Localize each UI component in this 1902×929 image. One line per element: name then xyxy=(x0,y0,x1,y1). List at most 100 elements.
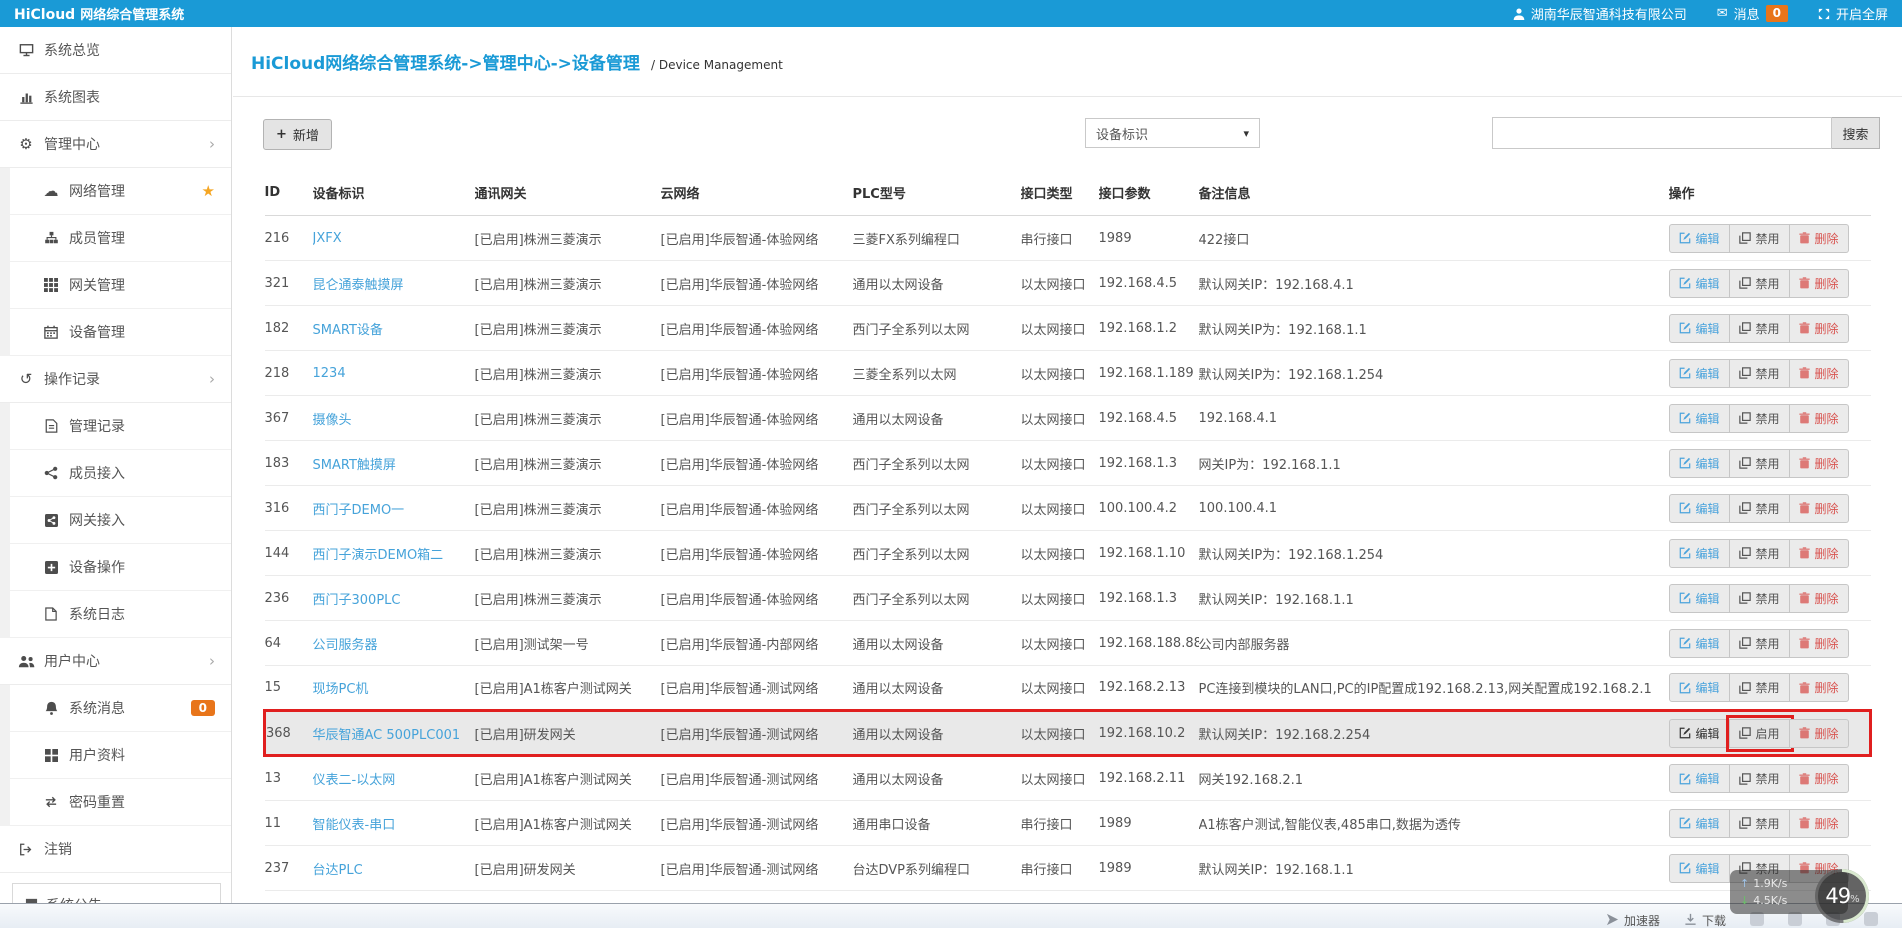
cell-cloud-network: [已启用]华辰智通-内部网络 xyxy=(661,621,853,666)
sidebar-item-device-management[interactable]: 设备管理 xyxy=(10,309,231,356)
delete-button[interactable]: 删除 xyxy=(1790,629,1849,658)
toolbar-icon-placeholder[interactable] xyxy=(1750,912,1764,926)
sidebar-item-system-charts[interactable]: 系统图表 xyxy=(0,74,231,121)
delete-button[interactable]: 删除 xyxy=(1790,673,1849,702)
disable-button[interactable]: 禁用 xyxy=(1730,539,1790,568)
disable-button[interactable]: 禁用 xyxy=(1730,584,1790,613)
disable-button[interactable]: 禁用 xyxy=(1730,629,1790,658)
cell-cloud-network: [已启用]华辰智通-测试网络 xyxy=(661,711,853,756)
memory-usage-gauge[interactable]: 49% xyxy=(1813,867,1871,925)
delete-button[interactable]: 删除 xyxy=(1790,539,1849,568)
edit-button[interactable]: 编辑 xyxy=(1669,629,1730,658)
sidebar-item-password-reset[interactable]: 密码重置 xyxy=(10,779,231,826)
search-button[interactable]: 搜索 xyxy=(1832,117,1880,149)
disable-button[interactable]: 禁用 xyxy=(1730,449,1790,478)
delete-button[interactable]: 删除 xyxy=(1790,584,1849,613)
edit-button[interactable]: 编辑 xyxy=(1669,449,1730,478)
sidebar-item-member-access[interactable]: 成员接入 xyxy=(10,450,231,497)
delete-button[interactable]: 删除 xyxy=(1790,269,1849,298)
sidebar-item-gateway-access[interactable]: 网关接入 xyxy=(10,497,231,544)
sidebar-item-label: 系统日志 xyxy=(69,604,125,624)
edit-button[interactable]: 编辑 xyxy=(1669,673,1730,702)
sidebar-item-logout[interactable]: 注销 xyxy=(0,826,231,873)
enable-button[interactable]: 启用 xyxy=(1730,719,1790,748)
device-link[interactable]: 摄像头 xyxy=(313,413,352,428)
sidebar-item-system-messages[interactable]: 系统消息0 xyxy=(10,685,231,732)
sidebar-item-network-management[interactable]: ☁网络管理★ xyxy=(10,168,231,215)
sidebar-item-gateway-management[interactable]: 网关管理 xyxy=(10,262,231,309)
sidebar-item-operation-records[interactable]: ↺操作记录› xyxy=(0,356,231,403)
device-link[interactable]: 西门子300PLC xyxy=(313,593,401,608)
device-link[interactable]: 西门子演示DEMO箱二 xyxy=(313,548,444,563)
fullscreen-button[interactable]: 开启全屏 xyxy=(1818,4,1888,23)
disable-button[interactable]: 禁用 xyxy=(1730,404,1790,433)
device-link[interactable]: 智能仪表-串口 xyxy=(313,818,396,833)
edit-button[interactable]: 编辑 xyxy=(1669,494,1730,523)
delete-button[interactable]: 删除 xyxy=(1790,494,1849,523)
accelerator-item[interactable]: 加速器 xyxy=(1606,912,1660,928)
sidebar-item-system-logs[interactable]: 系统日志 xyxy=(10,591,231,638)
disable-button[interactable]: 禁用 xyxy=(1730,494,1790,523)
delete-button[interactable]: 删除 xyxy=(1790,224,1849,253)
device-link[interactable]: JXFX xyxy=(313,231,342,246)
disable-button[interactable]: 禁用 xyxy=(1730,359,1790,388)
delete-button[interactable]: 删除 xyxy=(1790,449,1849,478)
cell-cloud-network: [已启用]华辰智通-测试网络 xyxy=(661,666,853,711)
device-link[interactable]: SMART触摸屏 xyxy=(313,458,396,473)
add-device-button[interactable]: + 新增 xyxy=(263,119,332,150)
edit-button[interactable]: 编辑 xyxy=(1669,764,1730,793)
company-menu[interactable]: 湖南华辰智通科技有限公司 xyxy=(1513,4,1687,23)
sidebar-item-system-overview[interactable]: 系统总览 xyxy=(0,27,231,74)
sidebar-item-user-profile[interactable]: 用户资料 xyxy=(10,732,231,779)
delete-button[interactable]: 删除 xyxy=(1790,404,1849,433)
device-link[interactable]: 台达PLC xyxy=(313,863,363,878)
device-link[interactable]: 仪表二-以太网 xyxy=(313,773,396,788)
edit-button[interactable]: 编辑 xyxy=(1669,854,1730,883)
delete-button[interactable]: 删除 xyxy=(1790,719,1849,748)
filter-field-select[interactable]: 设备标识 ▾ xyxy=(1085,118,1260,148)
sidebar-item-device-operation[interactable]: 设备操作 xyxy=(10,544,231,591)
sidebar-item-user-center[interactable]: 用户中心› xyxy=(0,638,231,685)
disable-button[interactable]: 禁用 xyxy=(1730,673,1790,702)
device-link[interactable]: 现场PC机 xyxy=(313,682,369,697)
edit-icon xyxy=(1679,502,1691,514)
edit-icon xyxy=(1679,773,1691,785)
delete-button[interactable]: 删除 xyxy=(1790,764,1849,793)
table-row: 13仪表二-以太网[已启用]A1栋客户测试网关[已启用]华辰智通-测试网络通用以… xyxy=(265,756,1871,801)
edit-button[interactable]: 编辑 xyxy=(1669,404,1730,433)
edit-button[interactable]: 编辑 xyxy=(1669,719,1730,748)
messages-menu[interactable]: ✉ 消息 0 xyxy=(1717,4,1788,23)
edit-button[interactable]: 编辑 xyxy=(1669,269,1730,298)
device-link[interactable]: 西门子DEMO一 xyxy=(313,503,405,518)
edit-button[interactable]: 编辑 xyxy=(1669,809,1730,838)
device-link[interactable]: SMART设备 xyxy=(313,323,383,338)
search-input[interactable] xyxy=(1492,117,1832,149)
sidebar-item-member-management[interactable]: 成员管理 xyxy=(10,215,231,262)
delete-button[interactable]: 删除 xyxy=(1790,809,1849,838)
toolbar-icon-placeholder[interactable] xyxy=(1788,912,1802,926)
disable-button[interactable]: 禁用 xyxy=(1730,269,1790,298)
disable-button[interactable]: 禁用 xyxy=(1730,764,1790,793)
edit-button[interactable]: 编辑 xyxy=(1669,359,1730,388)
device-link[interactable]: 华辰智通AC 500PLC001 xyxy=(313,728,461,743)
sidebar-item-label: 网络管理 xyxy=(69,181,125,201)
disable-button[interactable]: 禁用 xyxy=(1730,224,1790,253)
table-row: 11智能仪表-串口[已启用]A1栋客户测试网关[已启用]华辰智通-测试网络通用串… xyxy=(265,801,1871,846)
sidebar-item-label: 用户中心 xyxy=(44,651,100,671)
sidebar-item-management-records[interactable]: 管理记录 xyxy=(10,403,231,450)
download-item[interactable]: 下载 xyxy=(1684,912,1726,928)
device-link[interactable]: 昆仑通泰触摸屏 xyxy=(313,278,404,293)
edit-button[interactable]: 编辑 xyxy=(1669,224,1730,253)
delete-button[interactable]: 删除 xyxy=(1790,314,1849,343)
main-content: HiCloud网络综合管理系统->管理中心->设备管理 / Device Man… xyxy=(233,27,1902,928)
device-link[interactable]: 公司服务器 xyxy=(313,638,378,653)
delete-button[interactable]: 删除 xyxy=(1790,359,1849,388)
disable-button[interactable]: 禁用 xyxy=(1730,809,1790,838)
cell-remark: 公司内部服务器 xyxy=(1199,621,1669,666)
edit-button[interactable]: 编辑 xyxy=(1669,539,1730,568)
edit-button[interactable]: 编辑 xyxy=(1669,314,1730,343)
sidebar-item-management-center[interactable]: ⚙管理中心› xyxy=(0,121,231,168)
edit-button[interactable]: 编辑 xyxy=(1669,584,1730,613)
disable-button[interactable]: 禁用 xyxy=(1730,314,1790,343)
device-link[interactable]: 1234 xyxy=(313,366,346,381)
